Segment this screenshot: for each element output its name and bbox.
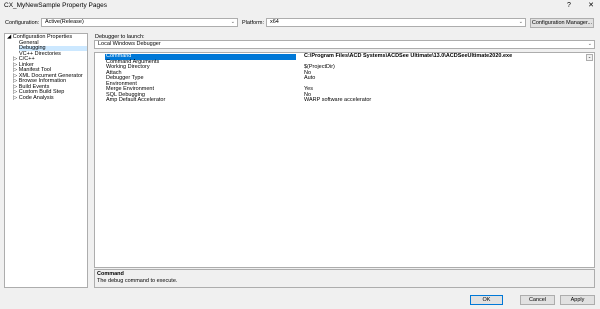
tree-item-code-analysis[interactable]: ▷ Code Analysis xyxy=(13,94,54,101)
property-value[interactable]: WARP software accelerator xyxy=(302,97,588,104)
platform-value: x64 xyxy=(270,19,279,25)
cancel-button[interactable]: Cancel xyxy=(520,295,555,305)
configuration-dropdown[interactable]: Active(Release) ⌄ xyxy=(41,18,238,27)
property-grid[interactable]: Command C:\Program Files\ACD Systems\ACD… xyxy=(94,52,595,268)
chevron-down-icon: ⌄ xyxy=(518,19,523,25)
configuration-label: Configuration: xyxy=(5,20,40,26)
tree-item-configuration-properties[interactable]: ◢ Configuration Properties xyxy=(7,34,72,40)
window-title: CX_MyNewSample Property Pages xyxy=(4,2,107,9)
chevron-down-icon: ⌄ xyxy=(230,19,235,25)
description-panel: Command The debug command to execute. xyxy=(94,269,595,288)
ok-button[interactable]: OK xyxy=(470,295,503,305)
platform-label: Platform: xyxy=(242,20,265,26)
property-row-amp-default-accelerator[interactable]: Amp Default Accelerator WARP software ac… xyxy=(95,97,594,104)
description-text: The debug command to execute. xyxy=(97,278,178,284)
property-tree[interactable]: ◢ Configuration Properties General Debug… xyxy=(4,33,88,288)
close-button[interactable]: ✕ xyxy=(584,0,598,12)
triangle-right-icon: ▷ xyxy=(13,94,18,101)
configuration-manager-button[interactable]: Configuration Manager... xyxy=(530,18,594,28)
help-button[interactable]: ? xyxy=(562,0,576,12)
debugger-launch-dropdown[interactable]: Local Windows Debugger ⌄ xyxy=(94,40,595,49)
apply-button[interactable]: Apply xyxy=(560,295,595,305)
description-title: Command xyxy=(97,271,124,277)
configuration-value: Active(Release) xyxy=(45,19,84,25)
chevron-down-icon: ⌄ xyxy=(587,41,592,47)
debugger-launch-value: Local Windows Debugger xyxy=(98,41,161,47)
property-name: Amp Default Accelerator xyxy=(106,97,166,103)
platform-dropdown[interactable]: x64 ⌄ xyxy=(266,18,526,27)
triangle-down-icon: ◢ xyxy=(7,34,12,40)
